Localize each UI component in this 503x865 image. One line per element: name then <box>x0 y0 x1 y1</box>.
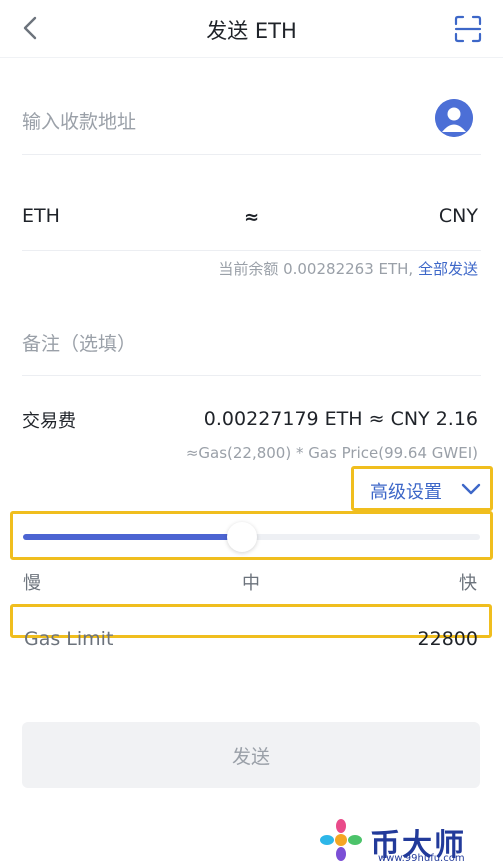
divider <box>22 375 481 376</box>
amount-eth-input[interactable]: ETH <box>22 205 60 227</box>
balance-text: 当前余额 0.00282263 ETH, <box>218 260 414 278</box>
divider <box>22 154 481 155</box>
watermark-url: www.99hufu.com <box>378 853 465 864</box>
speed-label-medium: 中 <box>242 573 260 594</box>
amount-cny-input[interactable]: CNY <box>439 205 478 227</box>
scan-button[interactable] <box>453 14 483 44</box>
send-button[interactable]: 发送 <box>22 722 480 788</box>
memo-input[interactable]: 备注（选填） <box>22 329 136 356</box>
fee-detail: ≈Gas(22,800) * Gas Price(99.64 GWEI) <box>185 444 478 462</box>
speed-slider-handle[interactable] <box>227 522 257 552</box>
speed-slider-fill <box>23 534 242 540</box>
gas-limit-label: Gas Limit <box>24 628 114 650</box>
speed-label-slow: 慢 <box>23 573 41 594</box>
approx-symbol: ≈ <box>244 207 260 228</box>
divider <box>22 250 481 251</box>
top-bar: 发送 ETH <box>0 0 503 58</box>
chevron-down-icon[interactable] <box>460 478 482 500</box>
scan-icon <box>454 15 482 43</box>
send-all-link[interactable]: 全部发送 <box>418 260 478 278</box>
speed-label-fast: 快 <box>459 573 477 594</box>
page-title: 发送 ETH <box>206 19 297 43</box>
fee-label: 交易费 <box>22 411 76 432</box>
gas-limit-input[interactable]: 22800 <box>418 628 478 650</box>
recipient-address-input[interactable]: 输入收款地址 <box>22 107 481 134</box>
balance-line: 当前余额 0.00282263 ETH, 全部发送 <box>218 258 478 279</box>
fee-value: 0.00227179 ETH ≈ CNY 2.16 <box>203 408 478 430</box>
advanced-settings-toggle[interactable]: 高级设置 <box>370 478 442 504</box>
user-avatar-icon <box>435 99 473 137</box>
contacts-button[interactable] <box>435 99 473 137</box>
brand-logo-icon <box>320 819 362 861</box>
